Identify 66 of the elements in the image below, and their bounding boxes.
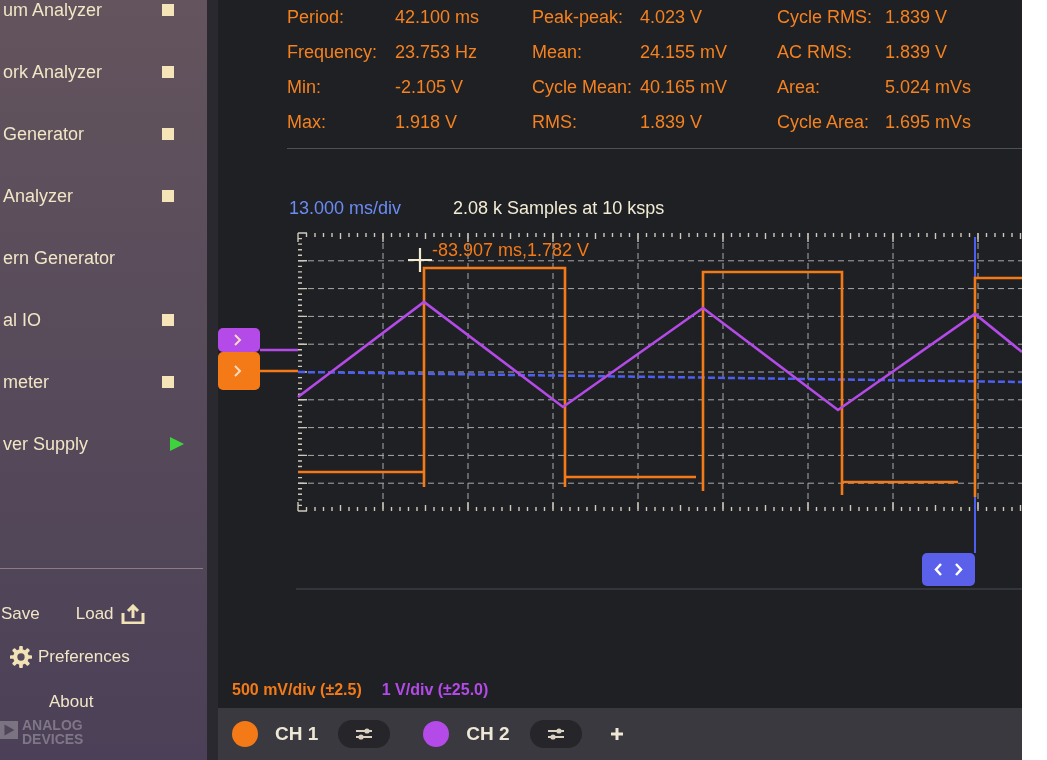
measurement-value: 1.839 V	[885, 42, 948, 63]
stop-icon	[162, 190, 174, 202]
measurement-label: RMS:	[532, 112, 577, 133]
channel-settings-button[interactable]	[338, 720, 391, 748]
play-icon	[170, 437, 184, 451]
chevron-icon	[234, 334, 242, 346]
measurement-value: 1.918 V	[395, 112, 458, 133]
channel-scale-label: 500 mV/div (±2.5)	[232, 681, 362, 699]
measurement-label: Period:	[287, 7, 345, 28]
measurement-value: 5.024 mVs	[885, 77, 972, 98]
save-button[interactable]: Save	[1, 602, 40, 626]
stop-icon	[162, 128, 174, 140]
measurement-value: 4.023 V	[640, 7, 703, 28]
tool-menu-item[interactable]: ver Supply	[0, 429, 186, 459]
channel-offset-handle[interactable]	[218, 352, 298, 390]
tool-menu-item[interactable]: meter	[0, 367, 186, 397]
measurement-value: 42.100 ms	[395, 7, 480, 28]
channel-button[interactable]: CH 2	[423, 721, 510, 747]
load-button[interactable]: Load	[75, 602, 145, 626]
measurement-label: Cycle RMS:	[777, 7, 872, 28]
stop-icon	[162, 4, 174, 16]
tool-menu-item[interactable]: um Analyzer	[0, 0, 186, 25]
measurement-value: -2.105 V	[395, 77, 464, 98]
logo-icon	[0, 721, 18, 739]
channel-scale-label: 1 V/div (±25.0)	[381, 681, 489, 699]
cursor-handle[interactable]	[922, 553, 975, 586]
measurement-label: Max:	[287, 112, 326, 133]
measurement-value: 23.753 Hz	[395, 42, 478, 63]
plus-icon	[610, 728, 623, 740]
measurement-value: 1.839 V	[640, 112, 703, 133]
measurement-label: Min:	[287, 77, 321, 98]
sliders-icon	[546, 727, 565, 741]
measurement-label: Area:	[777, 77, 821, 98]
measurement-value: 24.155 mV	[640, 42, 728, 63]
left-right-chevrons-icon	[934, 562, 963, 577]
measurement-label: Mean:	[532, 42, 583, 63]
tool-menu-item[interactable]: al IO	[0, 305, 186, 335]
add-channel-button[interactable]	[610, 728, 623, 740]
stop-icon	[162, 66, 174, 78]
measurement-label: Frequency:	[287, 42, 378, 63]
measurement-value: 1.695 mVs	[885, 112, 972, 133]
sliders-icon	[355, 727, 374, 741]
measurement-label: Cycle Area:	[777, 112, 870, 133]
measurement-label: AC RMS:	[777, 42, 852, 63]
settings-icon	[10, 646, 32, 668]
upload-icon	[120, 604, 145, 624]
channel-button[interactable]: CH 1	[232, 721, 319, 747]
about-button[interactable]: About	[49, 690, 94, 714]
tool-menu-item[interactable]: Generator	[0, 119, 186, 149]
crosshair-icon	[406, 246, 434, 274]
stop-icon	[162, 376, 174, 388]
chevron-icon	[234, 365, 242, 377]
cursor-readout: -83.907 ms,1.782 V	[432, 240, 590, 260]
tool-menu-item[interactable]: Analyzer	[0, 181, 186, 211]
measurement-value: 40.165 mV	[640, 77, 728, 98]
channel-offset-handle[interactable]	[218, 328, 298, 352]
tool-menu-item[interactable]: ern Generator	[0, 243, 186, 273]
channel-settings-button[interactable]	[529, 720, 582, 748]
sample-rate-label: 2.08 k Samples at 10 ksps	[453, 197, 665, 219]
preferences-button[interactable]: Preferences	[10, 645, 130, 669]
tool-menu-item[interactable]: ork Analyzer	[0, 57, 186, 87]
measurement-label: Peak-peak:	[532, 7, 624, 28]
stop-icon	[162, 314, 174, 326]
measurement-value: 1.839 V	[885, 7, 948, 28]
measurement-label: Cycle Mean:	[532, 77, 633, 98]
timebase-label: 13.000 ms/div	[289, 197, 402, 219]
